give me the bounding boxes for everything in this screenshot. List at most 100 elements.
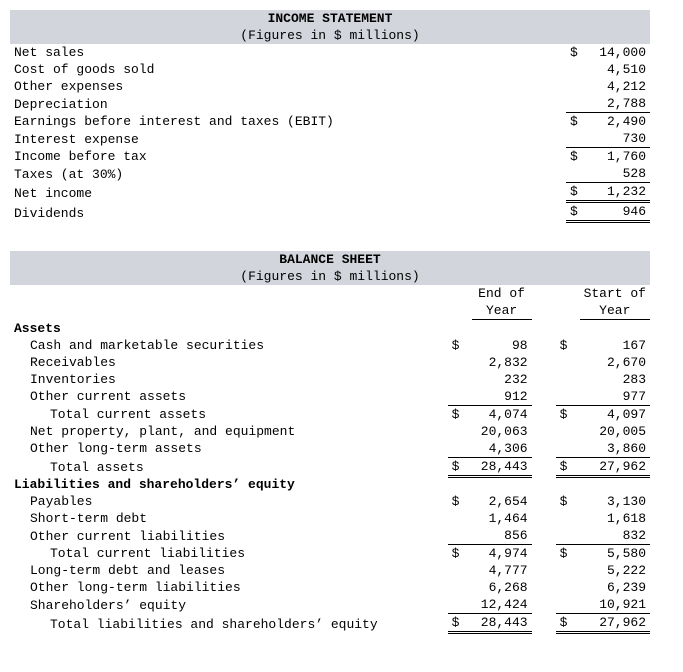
row-cur2: $ [556, 614, 580, 633]
row-val1 [472, 476, 532, 493]
balance-row: Other long-term liabilities 6,268 6,239 [10, 579, 650, 596]
row-cur2: $ [556, 545, 580, 563]
row-val1: 912 [472, 388, 532, 406]
row-val2: 27,962 [580, 457, 650, 476]
row-label: Other long-term liabilities [10, 579, 438, 596]
row-val1: 4,777 [472, 562, 532, 579]
row-label: Receivables [10, 354, 438, 371]
income-row: Net income $1,232 [10, 183, 650, 202]
row-val2: 3,130 [580, 493, 650, 510]
col-end-b: Year [472, 302, 532, 320]
col-end-a: End of [472, 285, 532, 302]
row-val1: 6,268 [472, 579, 532, 596]
row-value: 2,490 [590, 113, 650, 131]
row-val2: 167 [580, 337, 650, 354]
balance-row: Cash and marketable securities$98$167 [10, 337, 650, 354]
row-cur1 [448, 354, 472, 371]
row-val1: 4,974 [472, 545, 532, 563]
row-currency: $ [566, 183, 590, 202]
row-cur2 [556, 388, 580, 406]
row-cur2 [556, 579, 580, 596]
row-val1: 1,464 [472, 510, 532, 527]
row-label: Earnings before interest and taxes (EBIT… [10, 113, 553, 131]
row-label: Short-term debt [10, 510, 438, 527]
row-value: 1,232 [590, 183, 650, 202]
balance-row: Other long-term assets4,3063,860 [10, 440, 650, 458]
balance-sheet: BALANCE SHEET (Figures in $ millions) En… [10, 251, 650, 634]
balance-row: Payables$2,654$3,130 [10, 493, 650, 510]
row-val2: 1,618 [580, 510, 650, 527]
row-val2: 27,962 [580, 614, 650, 633]
income-table: INCOME STATEMENT (Figures in $ millions)… [10, 10, 650, 223]
income-row: Earnings before interest and taxes (EBIT… [10, 113, 650, 131]
income-row: Cost of goods sold4,510 [10, 61, 650, 78]
row-val1: 856 [472, 527, 532, 545]
balance-row: Short-term debt 1,464 1,618 [10, 510, 650, 527]
row-label: Net property, plant, and equipment [10, 423, 438, 440]
row-val1: 28,443 [472, 457, 532, 476]
row-label: Total assets [10, 457, 438, 476]
row-cur2 [556, 476, 580, 493]
row-val1: 2,832 [472, 354, 532, 371]
income-title: INCOME STATEMENT [10, 10, 650, 27]
row-cur1 [448, 562, 472, 579]
row-value: 2,788 [590, 95, 650, 113]
balance-row: Other current assets912977 [10, 388, 650, 406]
balance-row: Total current assets$4,074$4,097 [10, 405, 650, 423]
row-cur1 [448, 440, 472, 458]
row-val2: 3,860 [580, 440, 650, 458]
row-label: Taxes (at 30%) [10, 165, 553, 183]
row-val1: 12,424 [472, 596, 532, 614]
row-cur1 [448, 423, 472, 440]
row-cur1 [448, 510, 472, 527]
row-val2: 20,005 [580, 423, 650, 440]
row-label: Long-term debt and leases [10, 562, 438, 579]
income-statement: INCOME STATEMENT (Figures in $ millions)… [10, 10, 650, 223]
row-cur2 [556, 440, 580, 458]
row-value: 4,212 [590, 78, 650, 95]
row-label: Depreciation [10, 95, 553, 113]
row-cur1: $ [448, 405, 472, 423]
row-cur1: $ [448, 457, 472, 476]
row-label: Cash and marketable securities [10, 337, 438, 354]
col-start-a: Start of [580, 285, 650, 302]
row-val2: 832 [580, 527, 650, 545]
row-cur1 [448, 388, 472, 406]
row-currency: $ [566, 113, 590, 131]
balance-row: Inventories232283 [10, 371, 650, 388]
row-cur2 [556, 562, 580, 579]
row-label: Inventories [10, 371, 438, 388]
row-val1: 20,063 [472, 423, 532, 440]
balance-row: Total assets$28,443$27,962 [10, 457, 650, 476]
row-val1: 4,306 [472, 440, 532, 458]
row-label: Net income [10, 183, 553, 202]
row-value: 4,510 [590, 61, 650, 78]
row-val2 [580, 476, 650, 493]
row-currency [566, 95, 590, 113]
balance-row: Net property, plant, and equipment 20,063… [10, 423, 650, 440]
row-cur2: $ [556, 405, 580, 423]
row-cur1 [448, 596, 472, 614]
row-value: 1,760 [590, 148, 650, 166]
row-val2: 6,239 [580, 579, 650, 596]
row-value: 730 [590, 130, 650, 148]
row-val2: 283 [580, 371, 650, 388]
row-currency: $ [566, 202, 590, 222]
row-cur2 [556, 527, 580, 545]
balance-row: Liabilities and shareholders’ equity [10, 476, 650, 493]
row-cur2: $ [556, 457, 580, 476]
row-currency: $ [566, 44, 590, 61]
income-row: Taxes (at 30%)528 [10, 165, 650, 183]
row-val1: 28,443 [472, 614, 532, 633]
row-cur2 [556, 320, 580, 337]
row-cur2 [556, 354, 580, 371]
row-label: Other current assets [10, 388, 438, 406]
row-cur2 [556, 510, 580, 527]
row-val1: 4,074 [472, 405, 532, 423]
row-label: Interest expense [10, 130, 553, 148]
row-label: Net sales [10, 44, 553, 61]
balance-row: Total current liabilities$4,974$5,580 [10, 545, 650, 563]
row-val1 [472, 320, 532, 337]
row-val1: 2,654 [472, 493, 532, 510]
row-val2: 4,097 [580, 405, 650, 423]
